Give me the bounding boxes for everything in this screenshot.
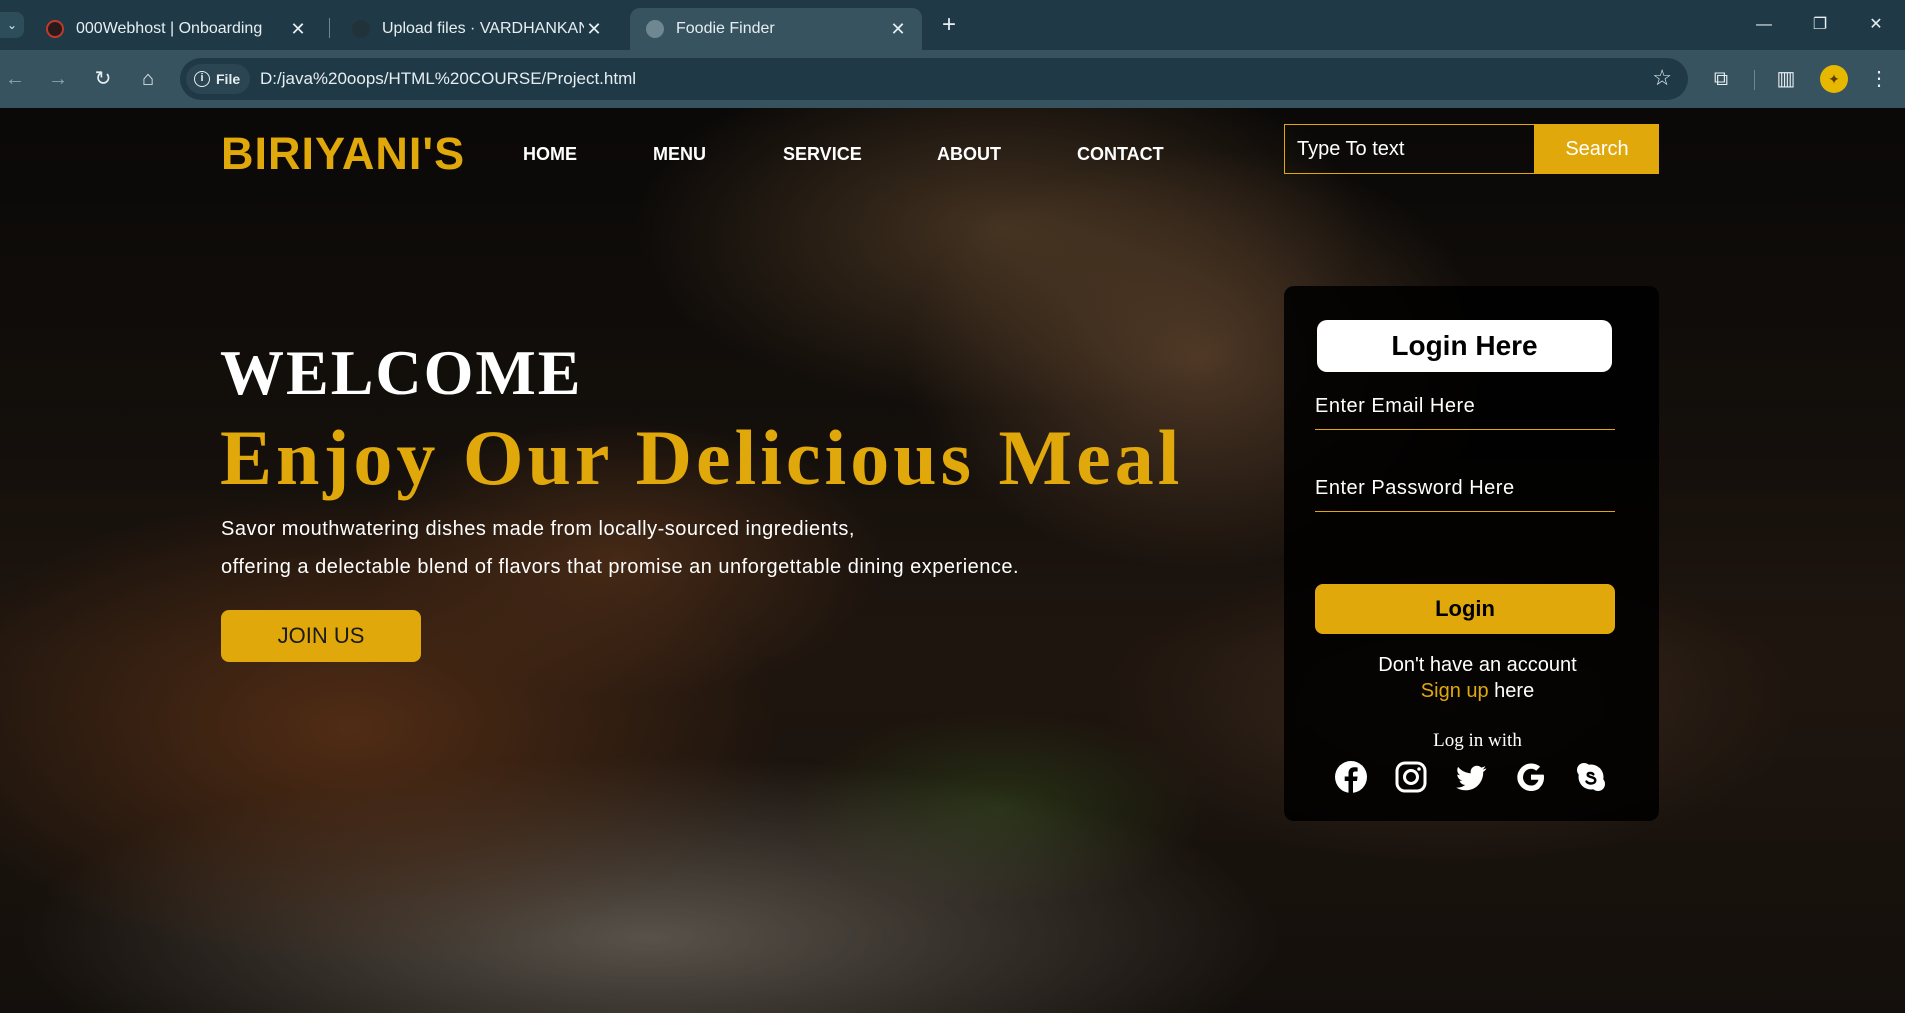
- site-logo[interactable]: BIRIYANI'S: [221, 128, 465, 180]
- hero-headline: Enjoy Our Delicious Meal: [220, 414, 1184, 501]
- info-icon: i: [194, 71, 210, 87]
- skype-icon[interactable]: [1574, 760, 1608, 794]
- tab-000webhost[interactable]: 000Webhost | Onboarding ✕: [30, 8, 322, 50]
- search-input[interactable]: [1284, 124, 1535, 174]
- tab-search-button[interactable]: ⌄: [0, 12, 24, 38]
- login-button[interactable]: Login: [1315, 584, 1615, 634]
- hero-description-line: Savor mouthwatering dishes made from loc…: [221, 518, 855, 540]
- login-title: Login Here: [1317, 320, 1612, 372]
- browser-tab-bar: ⌄ 000Webhost | Onboarding ✕ Upload files…: [0, 0, 1905, 50]
- tab-separator: [329, 18, 330, 38]
- extensions-icon[interactable]: ⧉: [1706, 64, 1736, 94]
- password-field[interactable]: [1315, 466, 1615, 512]
- signup-suffix: here: [1488, 680, 1535, 702]
- restore-icon[interactable]: ❐: [1800, 10, 1840, 40]
- twitter-icon[interactable]: [1454, 760, 1488, 794]
- join-us-button[interactable]: JOIN US: [221, 610, 421, 662]
- side-panel-icon[interactable]: ▥: [1771, 64, 1801, 94]
- close-tab-icon[interactable]: ✕: [288, 19, 308, 39]
- signup-line: Sign up here: [1296, 678, 1659, 704]
- chip-label: File: [216, 71, 241, 87]
- tab-foodie-finder[interactable]: Foodie Finder ✕: [630, 8, 922, 50]
- close-tab-icon[interactable]: ✕: [888, 19, 908, 39]
- url-text[interactable]: D:/java%20oops/HTML%20COURSE/Project.htm…: [260, 69, 636, 89]
- welcome-heading: WELCOME: [220, 337, 583, 408]
- back-arrow-icon[interactable]: ←: [0, 64, 30, 94]
- nav-menu[interactable]: MENU: [653, 144, 783, 165]
- tab-upload-files[interactable]: Upload files · VARDHANKANDA ✕: [336, 8, 618, 50]
- home-icon[interactable]: ⌂: [133, 64, 163, 94]
- signup-prompt: Don't have an account Sign up here: [1284, 652, 1659, 704]
- signup-link[interactable]: Sign up: [1421, 680, 1489, 702]
- toolbar-divider: [1754, 70, 1755, 90]
- social-login-icons: [1334, 760, 1608, 794]
- nav-about[interactable]: ABOUT: [937, 144, 1077, 165]
- google-icon[interactable]: [1514, 760, 1548, 794]
- login-with-label: Log in with: [1433, 730, 1522, 751]
- forward-arrow-icon[interactable]: →: [43, 64, 73, 94]
- address-bar[interactable]: i File D:/java%20oops/HTML%20COURSE/Proj…: [180, 58, 1688, 100]
- globe-favicon-icon: [646, 20, 664, 38]
- new-tab-plus-icon[interactable]: +: [935, 12, 963, 40]
- nav-home[interactable]: HOME: [523, 144, 653, 165]
- bookmark-star-icon[interactable]: ☆: [1652, 65, 1672, 91]
- facebook-icon[interactable]: [1334, 760, 1368, 794]
- site-info-chip[interactable]: i File: [186, 64, 251, 94]
- browser-toolbar: ← → ↻ ⌂ i File D:/java%20oops/HTML%20COU…: [0, 50, 1905, 108]
- page-viewport: BIRIYANI'S HOME MENU SERVICE ABOUT CONTA…: [0, 108, 1905, 1013]
- tab-title: 000Webhost | Onboarding: [76, 20, 263, 37]
- close-window-icon[interactable]: ✕: [1856, 10, 1896, 40]
- search-button[interactable]: Search: [1535, 124, 1659, 174]
- minimize-icon[interactable]: —: [1744, 10, 1784, 40]
- no-account-text: Don't have an account: [1378, 654, 1577, 676]
- close-tab-icon[interactable]: ✕: [584, 19, 604, 39]
- main-nav: HOME MENU SERVICE ABOUT CONTACT: [523, 144, 1164, 165]
- tab-title: Foodie Finder: [676, 20, 775, 37]
- instagram-icon[interactable]: [1394, 760, 1428, 794]
- tab-title: Upload files · VARDHANKANDA: [382, 20, 584, 37]
- nav-service[interactable]: SERVICE: [783, 144, 937, 165]
- login-card: Login Here Login Don't have an account S…: [1284, 286, 1659, 821]
- email-field[interactable]: [1315, 384, 1615, 430]
- hero-description-line: offering a delectable blend of flavors t…: [221, 556, 1020, 578]
- github-favicon-icon: [352, 20, 370, 38]
- reload-icon[interactable]: ↻: [88, 64, 118, 94]
- profile-avatar-icon[interactable]: ✦: [1820, 65, 1848, 93]
- menu-kebab-icon[interactable]: ⋮: [1864, 64, 1894, 94]
- nav-contact[interactable]: CONTACT: [1077, 144, 1164, 165]
- hero-description: Savor mouthwatering dishes made from loc…: [221, 510, 1019, 586]
- webhost-favicon-icon: [46, 20, 64, 38]
